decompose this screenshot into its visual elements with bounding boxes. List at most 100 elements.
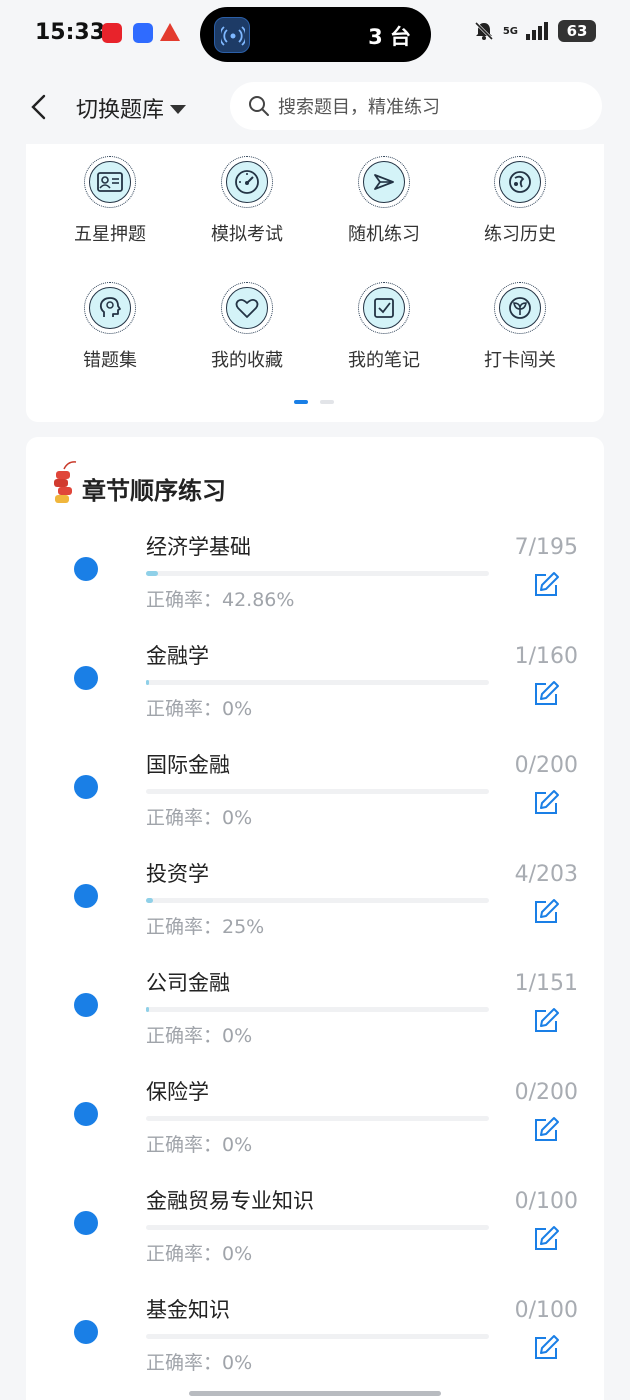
search-input[interactable]: 搜索题目，精准练习 bbox=[230, 82, 602, 130]
chapter-bullet bbox=[74, 1102, 98, 1126]
chapter-progress-bar bbox=[146, 680, 489, 685]
chapter-bullet bbox=[74, 1211, 98, 1235]
chapter-name: 国际金融 bbox=[146, 753, 230, 777]
notification-app-icon bbox=[160, 23, 180, 41]
chapter-progress-bar bbox=[146, 571, 489, 576]
page-indicator bbox=[294, 400, 334, 404]
chapter-accuracy: 正确率：0% bbox=[146, 1243, 253, 1265]
signal-icon bbox=[526, 22, 548, 40]
grid-item-random-practice[interactable]: 随机练习 bbox=[324, 156, 444, 246]
grid-item-checkin[interactable]: 打卡闯关 bbox=[460, 282, 580, 372]
chapter-row[interactable]: 金融学 正确率：0% 1/160 bbox=[26, 628, 604, 736]
shuffle-icon bbox=[363, 161, 405, 203]
gauge-icon bbox=[226, 161, 268, 203]
chapter-progress-bar bbox=[146, 1116, 489, 1121]
chapter-bullet bbox=[74, 993, 98, 1017]
grid-item-mock-exam[interactable]: 模拟考试 bbox=[187, 156, 307, 246]
home-indicator[interactable] bbox=[189, 1391, 441, 1396]
edit-icon[interactable] bbox=[532, 1007, 560, 1035]
chapter-progress-bar bbox=[146, 789, 489, 794]
chapter-row[interactable]: 金融贸易专业知识 正确率：0% 0/100 bbox=[26, 1173, 604, 1281]
caret-down-icon bbox=[170, 104, 187, 114]
chapter-bullet bbox=[74, 1320, 98, 1344]
heart-icon bbox=[226, 287, 268, 329]
chapter-accuracy: 正确率：0% bbox=[146, 1025, 253, 1047]
page-title: 切换题库 bbox=[76, 98, 165, 123]
chapter-bullet bbox=[74, 666, 98, 690]
chapter-row[interactable]: 投资学 正确率：25% 4/203 bbox=[26, 846, 604, 954]
edit-icon[interactable] bbox=[532, 789, 560, 817]
grid-item-favorites[interactable]: 我的收藏 bbox=[187, 282, 307, 372]
grid-item-practice-history[interactable]: 练习历史 bbox=[460, 156, 580, 246]
top-header: 切换题库 搜索题目，精准练习 bbox=[0, 70, 630, 144]
chapter-count: 1/160 bbox=[514, 644, 578, 669]
chapter-accuracy: 正确率：0% bbox=[146, 698, 253, 720]
chapter-row[interactable]: 公司金融 正确率：0% 1/151 bbox=[26, 955, 604, 1063]
page-dot-active bbox=[294, 400, 308, 404]
chapter-row[interactable]: 国际金融 正确率：0% 0/200 bbox=[26, 737, 604, 845]
chapter-count: 0/100 bbox=[514, 1298, 578, 1323]
grid-item-wrong-questions[interactable]: 错题集 bbox=[50, 282, 170, 372]
grid-label: 错题集 bbox=[83, 350, 137, 371]
chapter-name: 金融学 bbox=[146, 644, 209, 668]
dynamic-island[interactable]: 3 台 bbox=[200, 7, 431, 62]
grid-label: 随机练习 bbox=[348, 224, 420, 245]
chapter-name: 投资学 bbox=[146, 862, 209, 886]
chapter-progress-fill bbox=[146, 571, 159, 576]
grid-item-notes[interactable]: 我的笔记 bbox=[324, 282, 444, 372]
bell-muted-icon bbox=[474, 21, 493, 41]
chapter-accuracy: 正确率：25% bbox=[146, 916, 265, 938]
grid-label: 我的笔记 bbox=[348, 350, 420, 371]
chapter-count: 0/200 bbox=[514, 753, 578, 778]
island-device-count: 3 台 bbox=[368, 25, 411, 49]
chapter-progress-bar bbox=[146, 1225, 489, 1230]
chapter-accuracy: 正确率：0% bbox=[146, 1352, 253, 1374]
chapter-name: 经济学基础 bbox=[146, 535, 251, 559]
chapter-name: 公司金融 bbox=[146, 971, 230, 995]
chapter-bullet bbox=[74, 775, 98, 799]
sprout-icon bbox=[499, 287, 541, 329]
chapter-practice-card: 章节顺序练习 经济学基础 正确率：42.86% 7/195 金融学 正确率：0%… bbox=[26, 437, 604, 1400]
edit-icon[interactable] bbox=[532, 1334, 560, 1362]
chapter-count: 0/100 bbox=[514, 1189, 578, 1214]
edit-icon[interactable] bbox=[532, 898, 560, 926]
grid-label: 我的收藏 bbox=[211, 350, 283, 371]
page-dot bbox=[320, 400, 334, 404]
chapter-progress-bar bbox=[146, 1007, 489, 1012]
chapter-bullet bbox=[74, 557, 98, 581]
id-card-icon bbox=[89, 161, 131, 203]
edit-icon[interactable] bbox=[532, 1225, 560, 1253]
grid-label: 打卡闯关 bbox=[484, 350, 556, 371]
feature-grid-card: 五星押题 模拟考试 随机练习 练习历史 错题集 我的收藏 我的笔记 打卡闯关 bbox=[26, 144, 604, 422]
status-indicators: 5G 63 bbox=[473, 20, 596, 42]
chapter-row[interactable]: 基金知识 正确率：0% 0/100 bbox=[26, 1282, 604, 1390]
chapter-accuracy: 正确率：0% bbox=[146, 1134, 253, 1156]
grid-label: 模拟考试 bbox=[211, 224, 283, 245]
grid-label: 五星押题 bbox=[74, 224, 146, 245]
chapter-name: 保险学 bbox=[146, 1080, 209, 1104]
chapter-accuracy: 正确率：0% bbox=[146, 807, 253, 829]
history-icon bbox=[499, 161, 541, 203]
notification-app-icon bbox=[133, 23, 153, 43]
edit-icon[interactable] bbox=[532, 1116, 560, 1144]
search-icon bbox=[249, 96, 269, 116]
status-bar: 15:33 3 台 5G 63 bbox=[0, 0, 630, 70]
grid-item-five-star[interactable]: 五星押题 bbox=[50, 156, 170, 246]
network-type: 5G bbox=[502, 25, 518, 37]
edit-icon[interactable] bbox=[532, 571, 560, 599]
chapter-bullet bbox=[74, 884, 98, 908]
notification-app-icon bbox=[102, 23, 122, 43]
switch-bank-dropdown[interactable]: 切换题库 bbox=[76, 92, 187, 124]
grid-label: 练习历史 bbox=[484, 224, 556, 245]
section-title: 章节顺序练习 bbox=[82, 477, 226, 505]
firecracker-icon bbox=[54, 461, 77, 503]
note-icon bbox=[363, 287, 405, 329]
edit-icon[interactable] bbox=[532, 680, 560, 708]
chapter-row[interactable]: 经济学基础 正确率：42.86% 7/195 bbox=[26, 519, 604, 627]
back-arrow-icon[interactable] bbox=[26, 92, 54, 122]
chapter-progress-fill bbox=[146, 680, 149, 685]
chapter-count: 1/151 bbox=[514, 971, 578, 996]
chapter-row[interactable]: 保险学 正确率：0% 0/200 bbox=[26, 1064, 604, 1172]
chapter-name: 金融贸易专业知识 bbox=[146, 1189, 314, 1213]
status-time: 15:33 bbox=[35, 20, 106, 45]
